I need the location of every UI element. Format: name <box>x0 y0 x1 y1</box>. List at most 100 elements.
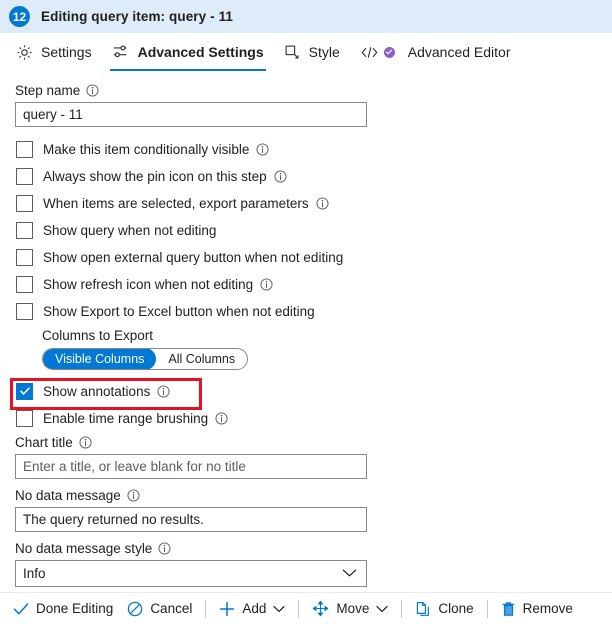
add-button[interactable]: Add <box>212 594 292 624</box>
info-icon[interactable] <box>215 411 228 425</box>
no-data-message-style-label-row: No data message style <box>15 541 612 556</box>
clone-label: Clone <box>438 601 474 616</box>
tab-advanced-editor-label: Advanced Editor <box>407 44 511 60</box>
done-editing-button[interactable]: Done Editing <box>6 594 120 624</box>
sliders-icon <box>112 43 130 61</box>
checkbox-time-range-brushing[interactable] <box>16 409 33 427</box>
no-data-message-value: The query returned no results. <box>23 512 204 527</box>
checkbox-label: Show open external query button when not… <box>43 249 344 265</box>
plus-icon <box>219 601 235 617</box>
checkbox-row-open-external-query[interactable]: Show open external query button when not… <box>15 244 612 270</box>
info-icon[interactable] <box>316 196 329 210</box>
checkbox-label: Show Export to Excel button when not edi… <box>43 303 315 319</box>
chart-title-label: Chart title <box>15 435 73 450</box>
code-icon <box>360 45 379 60</box>
checkbox-row-conditionally-visible[interactable]: Make this item conditionally visible <box>15 136 612 162</box>
checkbox-row-export-parameters[interactable]: When items are selected, export paramete… <box>15 190 612 216</box>
checkbox-show-annotations[interactable] <box>16 382 33 400</box>
move-button[interactable]: Move <box>305 594 395 624</box>
add-label: Add <box>242 601 267 616</box>
checkbox-conditionally-visible[interactable] <box>16 140 33 158</box>
separator <box>205 599 207 618</box>
advanced-settings-form: Step name query - 11 Make this item cond… <box>0 71 612 587</box>
checkbox-label: Always show the pin icon on this step <box>43 168 267 184</box>
chart-title-placeholder: Enter a title, or leave blank for no tit… <box>23 459 246 474</box>
checkmark-icon <box>13 602 29 616</box>
tab-advanced-settings[interactable]: Advanced Settings <box>102 33 274 71</box>
checkbox-row-show-annotations[interactable]: Show annotations <box>15 378 612 404</box>
step-name-value: query - 11 <box>23 107 83 122</box>
checkbox-open-external-query[interactable] <box>16 248 33 266</box>
step-number-badge: 12 <box>9 6 30 27</box>
step-name-label-row: Step name <box>15 83 612 98</box>
checkbox-row-always-show-pin[interactable]: Always show the pin icon on this step <box>15 163 612 189</box>
no-data-message-style-dropdown[interactable]: Info <box>15 560 367 587</box>
gear-icon <box>16 44 33 61</box>
step-name-input[interactable]: query - 11 <box>15 102 367 127</box>
checkbox-label: Make this item conditionally visible <box>43 141 250 157</box>
cancel-button[interactable]: Cancel <box>120 594 199 624</box>
tab-settings-label: Settings <box>41 44 92 60</box>
checkbox-label: Show query when not editing <box>43 222 217 238</box>
chevron-down-icon[interactable] <box>273 605 285 613</box>
tab-style-label: Style <box>308 44 340 60</box>
step-name-label: Step name <box>15 83 81 98</box>
checkbox-row-show-query[interactable]: Show query when not editing <box>15 217 612 243</box>
tab-advanced-editor[interactable]: Advanced Editor <box>350 33 521 71</box>
move-label: Move <box>336 601 370 616</box>
pill-all-columns[interactable]: All Columns <box>156 349 247 369</box>
checkbox-row-export-to-excel[interactable]: Show Export to Excel button when not edi… <box>15 298 612 324</box>
info-icon[interactable] <box>260 277 273 291</box>
separator <box>486 599 488 618</box>
columns-to-export-block: Columns to Export Visible Columns All Co… <box>42 328 612 370</box>
columns-to-export-toggle[interactable]: Visible Columns All Columns <box>42 348 249 370</box>
banner-title: Editing query item: query - 11 <box>41 9 234 24</box>
tab-advanced-settings-label: Advanced Settings <box>137 44 264 60</box>
chart-title-label-row: Chart title <box>15 435 612 450</box>
info-icon[interactable] <box>79 436 92 449</box>
editing-banner: 12 Editing query item: query - 11 <box>0 0 612 33</box>
checkbox-show-refresh-icon[interactable] <box>16 275 33 293</box>
no-data-message-input[interactable]: The query returned no results. <box>15 507 367 532</box>
checkbox-always-show-pin[interactable] <box>16 167 33 185</box>
chevron-down-icon <box>342 566 357 581</box>
separator <box>298 599 300 618</box>
preview-badge-icon <box>383 46 395 58</box>
info-icon[interactable] <box>157 384 170 398</box>
info-icon[interactable] <box>256 142 269 156</box>
command-bar: Done Editing Cancel Add Move Clone Remov… <box>0 592 612 624</box>
copy-icon <box>415 601 431 617</box>
checkbox-label: Enable time range brushing <box>43 410 209 426</box>
checkbox-export-parameters[interactable] <box>16 194 33 212</box>
tab-style[interactable]: Style <box>274 33 350 71</box>
info-icon[interactable] <box>274 169 287 183</box>
done-editing-label: Done Editing <box>36 601 114 616</box>
checkbox-label: Show refresh icon when not editing <box>43 276 254 292</box>
info-icon[interactable] <box>86 84 99 97</box>
checkbox-row-time-range-brushing[interactable]: Enable time range brushing <box>15 405 612 431</box>
checkbox-label: Show annotations <box>43 383 151 399</box>
checkbox-label: When items are selected, export paramete… <box>43 195 309 211</box>
cancel-label: Cancel <box>150 601 193 616</box>
chevron-down-icon[interactable] <box>376 605 388 613</box>
checkbox-row-show-refresh-icon[interactable]: Show refresh icon when not editing <box>15 271 612 297</box>
chart-title-input[interactable]: Enter a title, or leave blank for no tit… <box>15 454 367 479</box>
separator <box>401 599 403 618</box>
no-data-message-label-row: No data message <box>15 488 612 503</box>
tab-strip: Settings Advanced Settings Style Advance… <box>0 33 612 71</box>
remove-button[interactable]: Remove <box>494 594 580 624</box>
info-icon[interactable] <box>127 489 140 502</box>
no-data-message-style-value: Info <box>23 566 46 581</box>
clone-button[interactable]: Clone <box>408 594 480 624</box>
remove-label: Remove <box>522 601 573 616</box>
move-arrows-icon <box>312 600 329 617</box>
style-corner-icon <box>284 44 301 61</box>
trash-icon <box>501 601 516 617</box>
block-icon <box>127 601 143 617</box>
checkbox-show-query[interactable] <box>16 221 33 239</box>
pill-visible-columns[interactable]: Visible Columns <box>43 349 157 369</box>
no-data-message-style-label: No data message style <box>15 541 153 556</box>
tab-settings[interactable]: Settings <box>6 33 102 71</box>
info-icon[interactable] <box>158 542 171 555</box>
checkbox-export-to-excel[interactable] <box>16 302 33 320</box>
